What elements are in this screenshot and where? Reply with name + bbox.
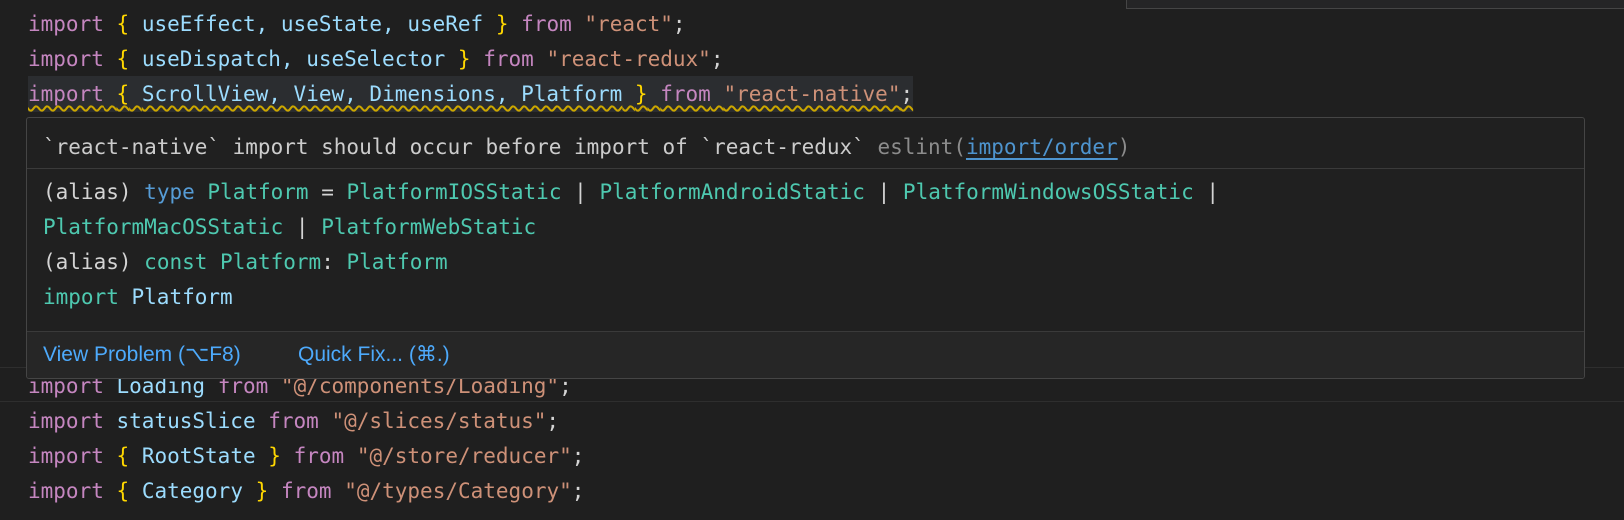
semicolon: ; — [672, 12, 686, 36]
diagnostic-message: `react-native` import should occur befor… — [43, 130, 1130, 164]
pipe: | — [574, 180, 587, 204]
hover-tooltip: `react-native` import should occur befor… — [26, 117, 1585, 379]
brace-open: { — [116, 444, 130, 468]
const-signature-line: (alias) const Platform: Platform — [43, 244, 448, 280]
keyword: import — [28, 444, 104, 468]
import-name: Platform — [131, 285, 233, 309]
brace-open: { — [116, 47, 130, 71]
view-problem-button[interactable]: View Problem (⌥F8) — [43, 332, 241, 378]
colon: : — [321, 250, 334, 274]
semicolon: ; — [900, 82, 914, 106]
brace-close: } — [268, 444, 281, 468]
type-signature-line-1: (alias) type Platform = PlatformIOSStati… — [43, 174, 1219, 210]
union-member: PlatformIOSStatic — [346, 180, 562, 204]
union-member: PlatformWindowsOSStatic — [902, 180, 1194, 204]
module-string: "@/types/Category" — [344, 479, 572, 503]
pipe: | — [295, 215, 309, 239]
alias-label: (alias) — [43, 250, 132, 274]
brace-open: { — [116, 479, 130, 503]
keyword: import — [28, 47, 104, 71]
rule-link[interactable]: import/order — [966, 135, 1118, 159]
const-type: Platform — [346, 250, 448, 274]
pipe: | — [1206, 180, 1220, 204]
module-string: "react" — [584, 12, 673, 36]
code-line-7[interactable]: import { Category } from "@/types/Catego… — [28, 473, 584, 509]
code-line-6[interactable]: import { RootState } from "@/store/reduc… — [28, 438, 584, 474]
module-string: "react-native" — [723, 82, 901, 106]
module-string: "@/store/reducer" — [356, 444, 572, 468]
keyword: import — [28, 82, 104, 106]
import-signature-line: import Platform — [43, 279, 233, 315]
union-member: PlatformAndroidStatic — [599, 180, 865, 204]
union-member: PlatformWebStatic — [321, 215, 537, 239]
import-keyword: import — [43, 285, 119, 309]
from-keyword: from — [521, 12, 572, 36]
alias-label: (alias) — [43, 180, 132, 204]
brace-open: { — [116, 12, 130, 36]
keyword: import — [28, 12, 104, 36]
from-keyword: from — [268, 409, 319, 433]
code-line-5[interactable]: import statusSlice from "@/slices/status… — [28, 403, 559, 439]
module-string: "react-redux" — [546, 47, 711, 71]
code-line-3-warning[interactable]: import { ScrollView, View, Dimensions, P… — [28, 76, 914, 112]
quick-fix-button[interactable]: Quick Fix... (⌘.) — [298, 332, 450, 378]
union-member: PlatformMacOSStatic — [43, 215, 284, 239]
imported-names: RootState — [141, 444, 256, 468]
default-import: statusSlice — [116, 409, 256, 433]
diagnostic-source: eslint( — [877, 135, 966, 159]
from-keyword: from — [483, 47, 534, 71]
from-keyword: from — [660, 82, 711, 106]
find-widget-edge — [1126, 0, 1624, 9]
pipe: | — [877, 180, 891, 204]
brace-close: } — [457, 47, 471, 71]
brace-close: } — [495, 12, 509, 36]
hover-status-bar: View Problem (⌥F8) Quick Fix... (⌘.) — [27, 331, 1584, 378]
from-keyword: from — [280, 479, 332, 503]
type-keyword: type — [144, 180, 195, 204]
module-string: "@/slices/status" — [331, 409, 547, 433]
equals: = — [321, 180, 334, 204]
semicolon: ; — [546, 409, 560, 433]
semicolon: ; — [710, 47, 724, 71]
code-line-2[interactable]: import { useDispatch, useSelector } from… — [28, 41, 724, 77]
brace-close: } — [255, 479, 269, 503]
semicolon: ; — [571, 444, 585, 468]
type-name: Platform — [207, 180, 309, 204]
brace-close: } — [634, 82, 648, 106]
warning-text: `react-native` import should occur befor… — [43, 135, 865, 159]
semicolon: ; — [571, 479, 585, 503]
code-line-1[interactable]: import { useEffect, useState, useRef } f… — [28, 6, 686, 42]
keyword: import — [28, 409, 104, 433]
divider — [27, 168, 1584, 169]
diagnostic-source-close: ) — [1117, 135, 1131, 159]
const-keyword: const — [144, 250, 208, 274]
imported-names: useDispatch, useSelector — [141, 47, 446, 71]
from-keyword: from — [293, 444, 345, 468]
type-signature-line-2: PlatformMacOSStatic | PlatformWebStatic — [43, 209, 536, 245]
const-name: Platform — [220, 250, 322, 274]
imported-names: Category — [141, 479, 243, 503]
imported-names: ScrollView, View, Dimensions, Platform — [141, 82, 623, 106]
brace-open: { — [116, 82, 130, 106]
imported-names: useEffect, useState, useRef — [141, 12, 484, 36]
keyword: import — [28, 479, 104, 503]
